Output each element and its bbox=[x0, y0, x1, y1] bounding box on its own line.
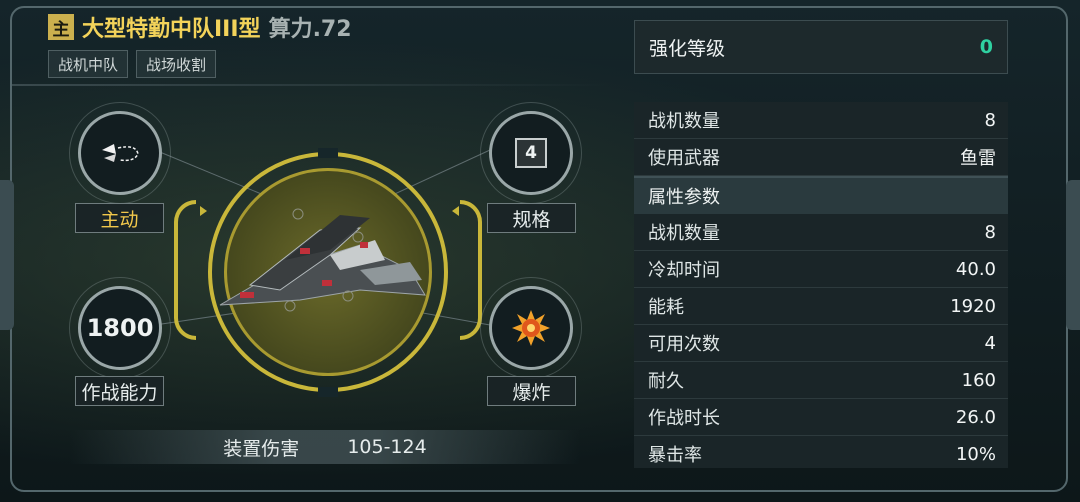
enhance-level-value: 0 bbox=[979, 36, 993, 58]
row-value: 8 bbox=[984, 221, 996, 243]
row-value: 鱼雷 bbox=[960, 148, 996, 169]
damage-type-label: 爆炸 bbox=[487, 376, 576, 406]
combat-power-value: 1800 bbox=[86, 314, 154, 342]
attribute-section-title: 属性参数 bbox=[634, 176, 1008, 214]
device-damage-value: 105-124 bbox=[347, 436, 427, 458]
table-row: 耐久 160 bbox=[634, 362, 1008, 399]
row-value: 4 bbox=[984, 332, 996, 354]
row-key: 作战时长 bbox=[648, 408, 720, 429]
device-damage-label: 装置伤害 bbox=[223, 437, 300, 460]
row-value: 40.0 bbox=[955, 258, 996, 280]
row-value: 160 bbox=[961, 369, 996, 391]
combat-power-label: 作战能力 bbox=[75, 376, 164, 406]
row-key: 能耗 bbox=[648, 297, 684, 318]
active-skill-label: 主动 bbox=[75, 203, 164, 233]
row-value: 10% bbox=[955, 443, 996, 465]
fighter-squadron-ship-icon bbox=[219, 208, 426, 312]
active-skill-ring[interactable] bbox=[69, 102, 171, 204]
arc-marker-right bbox=[452, 206, 459, 216]
emblem-gap-bottom bbox=[318, 387, 338, 397]
damage-type-ring[interactable] bbox=[480, 277, 582, 379]
emblem-gap-top bbox=[318, 148, 338, 158]
row-value: 1920 bbox=[950, 295, 996, 317]
row-key: 冷却时间 bbox=[648, 260, 720, 281]
row-key: 可用次数 bbox=[648, 334, 720, 355]
table-row: 可用次数 4 bbox=[634, 325, 1008, 362]
arc-marker-left bbox=[200, 206, 207, 216]
enhance-level-label: 强化等级 bbox=[649, 37, 726, 60]
table-row: 冷却时间 40.0 bbox=[634, 251, 1008, 288]
row-key: 耐久 bbox=[648, 371, 684, 392]
row-key: 暴击率 bbox=[648, 445, 702, 466]
explosion-icon bbox=[512, 310, 550, 346]
spec-ring[interactable]: 4 bbox=[480, 102, 582, 204]
combat-power-ring[interactable]: 1800 bbox=[69, 277, 171, 379]
table-row: 战机数量 8 bbox=[634, 102, 1008, 139]
row-key: 战机数量 bbox=[648, 111, 720, 132]
table-row: 能耗 1920 bbox=[634, 288, 1008, 325]
missile-launch-icon bbox=[102, 144, 139, 162]
device-damage-bar: 装置伤害 105-124 bbox=[70, 430, 580, 464]
emblem-arc-right bbox=[460, 200, 482, 340]
row-value: 26.0 bbox=[955, 406, 996, 428]
spec-value: 4 bbox=[515, 138, 547, 168]
emblem-arc-left bbox=[174, 200, 196, 340]
table-row: 战机数量 8 bbox=[634, 214, 1008, 251]
attribute-panel[interactable]: 战机数量 8 使用武器 鱼雷 属性参数 战机数量 8 冷却时间 40.0 能耗 … bbox=[634, 102, 1008, 468]
row-key: 使用武器 bbox=[648, 148, 720, 169]
right-side-tab[interactable] bbox=[1066, 180, 1080, 330]
table-row: 暴击率 10% bbox=[634, 436, 1008, 468]
spec-label: 规格 bbox=[487, 203, 576, 233]
table-row: 作战时长 26.0 bbox=[634, 399, 1008, 436]
row-key: 战机数量 bbox=[648, 223, 720, 244]
enhance-level-box: 强化等级 0 bbox=[634, 20, 1008, 74]
table-row: 使用武器 鱼雷 bbox=[634, 139, 1008, 176]
row-value: 8 bbox=[984, 109, 996, 131]
